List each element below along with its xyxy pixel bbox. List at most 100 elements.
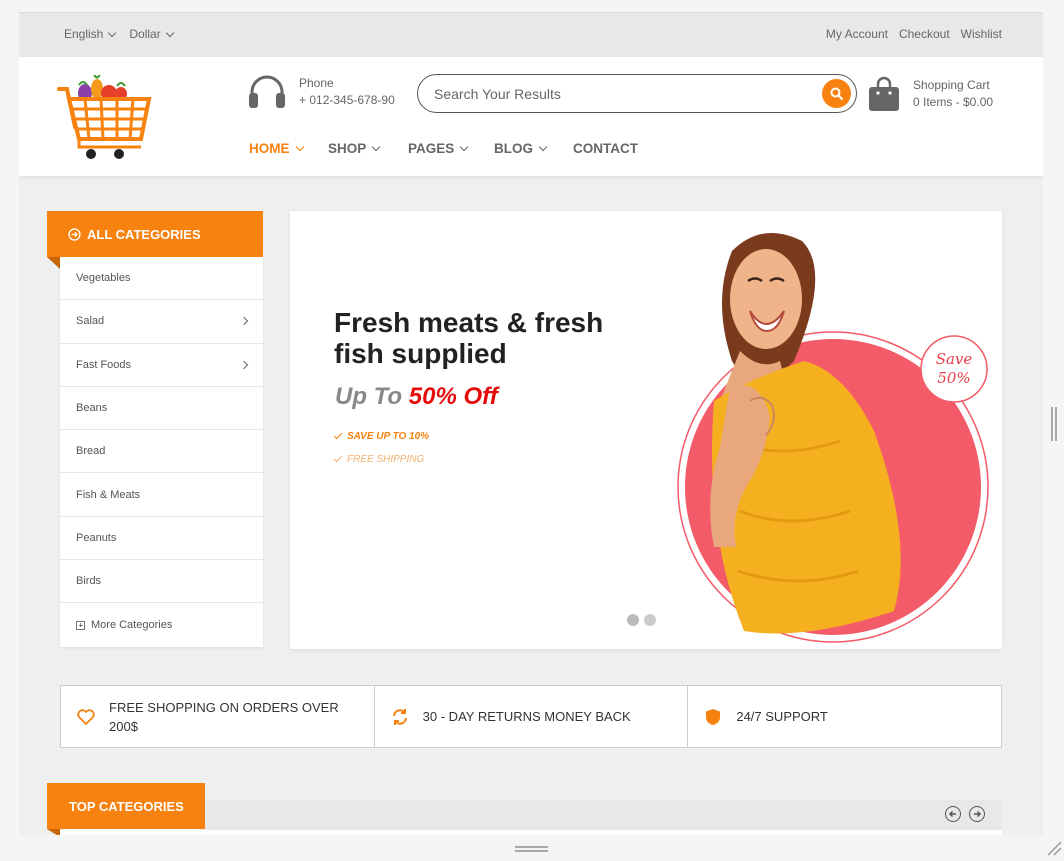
slider-dot-1[interactable] [627, 614, 639, 626]
all-categories-title: ALL CATEGORIES [87, 226, 201, 242]
all-categories-toggle[interactable]: ALL CATEGORIES [47, 211, 263, 257]
feature-label: FREE SHOPPING ON ORDERS OVER 200$ [109, 699, 339, 734]
cart-summary: 0 Items - $0.00 [913, 95, 994, 109]
category-item-birds[interactable]: Birds [60, 560, 263, 604]
check-icon [333, 453, 343, 463]
feature-free-shipping: FREE SHOPPING ON ORDERS OVER 200$ [61, 686, 375, 747]
shopping-cart[interactable]: Shopping Cart 0 Items - $0.00 [868, 76, 993, 112]
hero-offer: Up To 50% Off [335, 383, 498, 411]
arrow-circle-right-icon [68, 227, 81, 241]
feature-returns: 30 - DAY RETURNS MONEY BACK [375, 686, 689, 747]
carousel-arrows [945, 806, 985, 822]
shopping-cart-logo[interactable] [57, 75, 152, 159]
my-account-link[interactable]: My Account [826, 27, 888, 41]
category-item-beans[interactable]: Beans [60, 387, 263, 431]
feature-label: 24/7 SUPPORT [736, 709, 828, 724]
slider-pagination [627, 614, 656, 626]
nav-home[interactable]: HOME [249, 141, 328, 156]
search-button[interactable] [822, 79, 851, 108]
chevron-down-icon [538, 142, 548, 152]
nav-shop-label: SHOP [328, 141, 367, 156]
category-label: Peanuts [76, 531, 117, 544]
browser-viewport: English Dollar My Account Checkout Wishl… [19, 12, 1043, 835]
nav-contact[interactable]: CONTACT [573, 141, 638, 156]
category-label: Fast Foods [76, 358, 132, 371]
more-categories-link[interactable]: More Categories [60, 603, 263, 646]
chevron-down-icon [108, 28, 117, 37]
viewport-border [19, 12, 1043, 13]
cart-label: Shopping Cart [913, 78, 990, 92]
nav-blog[interactable]: BLOG [494, 141, 573, 156]
chevron-down-icon [460, 142, 469, 152]
hero-upto: Up To [335, 383, 403, 410]
category-label: Salad [76, 315, 105, 328]
top-categories-bar [205, 800, 1002, 830]
category-item-peanuts[interactable]: Peanuts [60, 517, 263, 561]
top-categories-title: TOP CATEGORIES [69, 798, 184, 814]
checkout-link[interactable]: Checkout [899, 27, 950, 41]
wishlist-link[interactable]: Wishlist [961, 27, 1002, 41]
plus-square-icon [76, 620, 85, 630]
shield-icon [706, 708, 721, 725]
site-header: Phone + 012-345-678-90 Shopping Cart [19, 57, 1043, 176]
ribbon-fold [47, 257, 60, 269]
hero-slider: Fresh meats & fresh fish supplied Up To … [290, 211, 1002, 649]
category-item-fish-meats[interactable]: Fish & Meats [60, 473, 263, 517]
nav-shop[interactable]: SHOP [328, 141, 408, 156]
phone-label: Phone [299, 76, 334, 90]
category-item-salad[interactable]: Salad [60, 300, 263, 344]
currency-select[interactable]: Dollar [129, 27, 174, 41]
nav-contact-label: CONTACT [573, 141, 638, 156]
search-bar [417, 74, 857, 113]
hero-feature-label: SAVE UP TO 10% [347, 431, 430, 442]
category-label: Fish & Meats [76, 488, 141, 501]
category-item-fast-foods[interactable]: Fast Foods [60, 344, 263, 387]
currency-label: Dollar [129, 27, 161, 41]
bottom-resize-handle[interactable] [515, 846, 548, 853]
nav-blog-label: BLOG [494, 141, 533, 156]
category-label: Birds [76, 575, 102, 588]
hero-feature: SAVE UP TO 10% [333, 430, 430, 442]
language-label: English [64, 27, 104, 41]
category-label: Beans [76, 402, 108, 415]
heart-icon [77, 708, 95, 725]
category-item-vegetables[interactable]: Vegetables [60, 257, 263, 301]
phone-number: + 012-345-678-90 [299, 93, 395, 107]
phone-contact: Phone + 012-345-678-90 [248, 75, 395, 109]
headphones-icon [249, 75, 285, 108]
shopping-bag-icon [869, 76, 899, 111]
category-label: Vegetables [76, 272, 131, 285]
features-strip: FREE SHOPPING ON ORDERS OVER 200$ 30 - D… [60, 685, 1002, 748]
nav-pages[interactable]: PAGES [408, 141, 494, 156]
check-icon [333, 430, 343, 440]
right-resize-handle[interactable] [1051, 407, 1058, 441]
ribbon-fold [47, 829, 60, 835]
save-badge-line1: Save [936, 350, 973, 368]
chevron-right-icon [239, 317, 249, 326]
carousel-next-button[interactable] [969, 806, 985, 822]
search-input[interactable] [434, 85, 814, 102]
language-select[interactable]: English [64, 27, 117, 41]
chevron-down-icon [165, 28, 174, 37]
category-label: Bread [76, 445, 106, 458]
top-categories-heading: TOP CATEGORIES [47, 783, 205, 829]
chevron-right-icon [239, 360, 249, 369]
hero-model-image: Save 50% [677, 233, 989, 643]
feature-support: 24/7 SUPPORT [688, 686, 1001, 747]
arrow-right-icon [974, 810, 982, 818]
category-item-bread[interactable]: Bread [60, 430, 263, 474]
carousel-prev-button[interactable] [945, 806, 961, 822]
chevron-down-icon [295, 142, 304, 152]
feature-label: 30 - DAY RETURNS MONEY BACK [422, 709, 631, 724]
save-badge-line2: 50% [937, 369, 970, 387]
hero-feature-label: FREE SHIPPING [347, 454, 425, 465]
arrow-left-icon [948, 810, 956, 818]
hero-discount: 50% Off [408, 383, 498, 410]
slider-dot-2[interactable] [644, 614, 656, 626]
corner-resize-grip-icon[interactable] [1046, 840, 1062, 856]
hero-feature: FREE SHIPPING [333, 453, 425, 465]
nav-home-label: HOME [249, 141, 290, 156]
search-icon [830, 87, 843, 100]
main-nav: HOME SHOP PAGES BLOG CONTACT [249, 141, 638, 156]
nav-pages-label: PAGES [408, 141, 455, 156]
